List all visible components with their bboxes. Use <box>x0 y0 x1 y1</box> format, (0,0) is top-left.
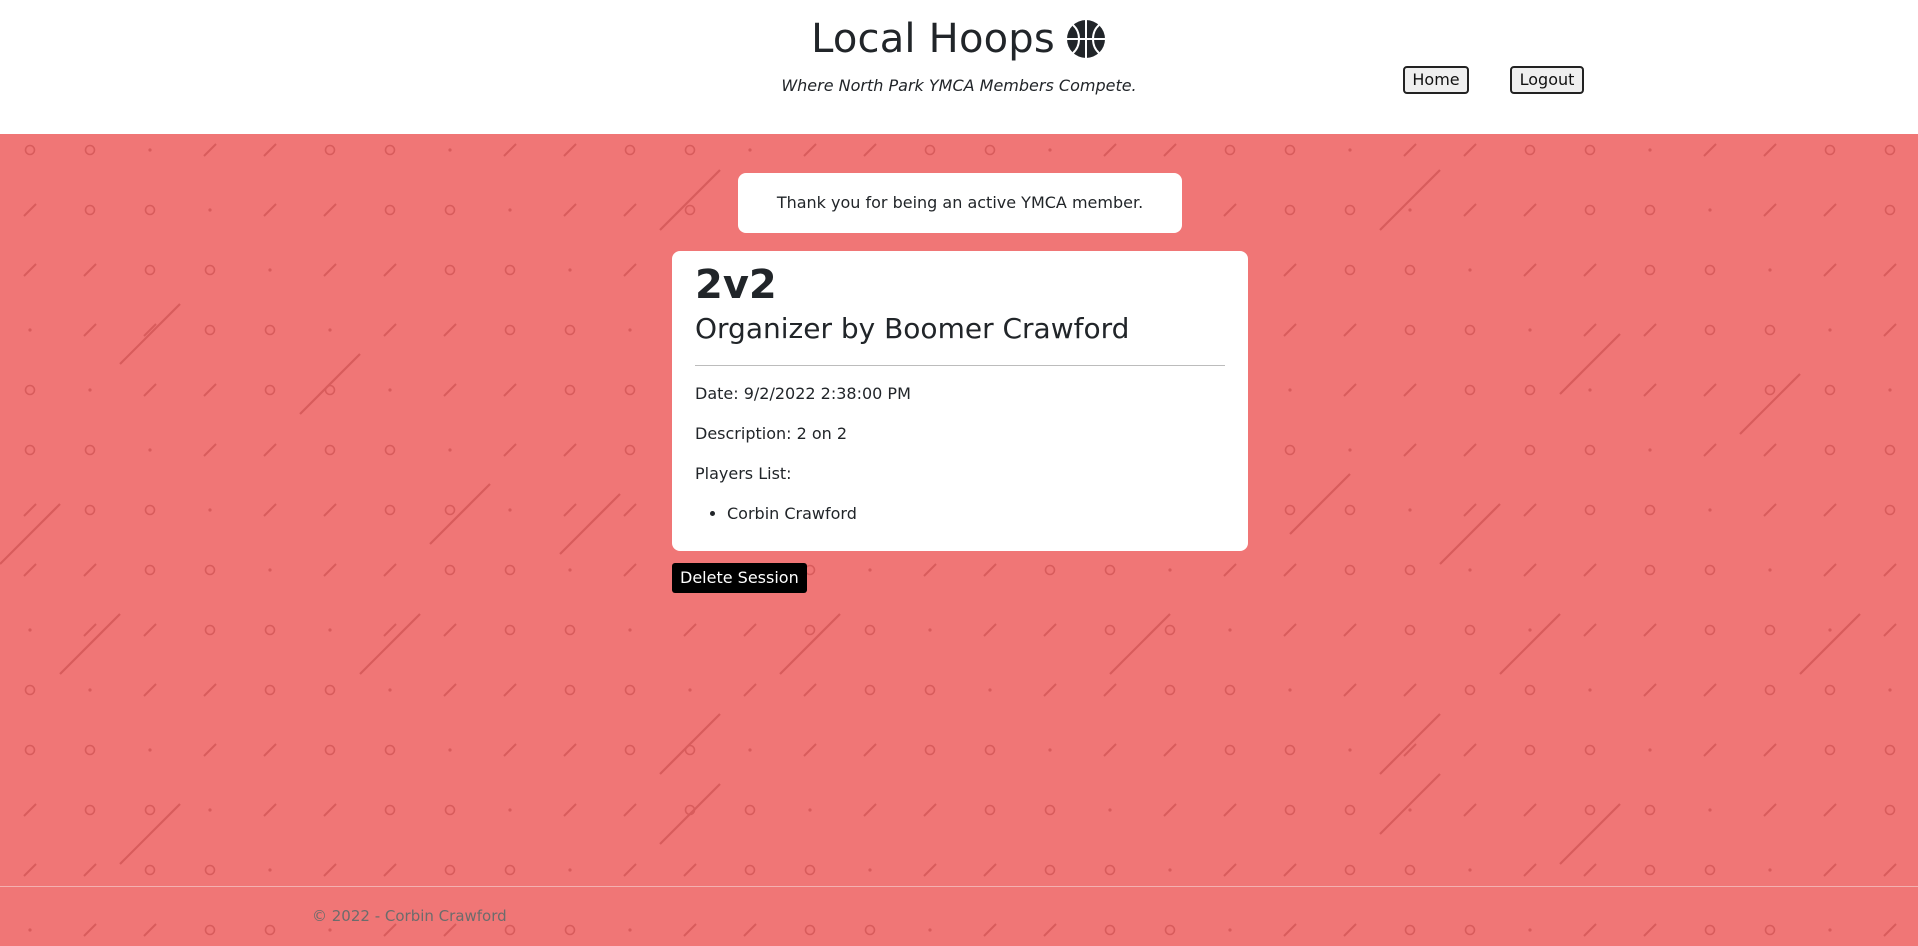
footer-copyright: © 2022 - Corbin Crawford <box>312 907 507 925</box>
main-content: Thank you for being an active YMCA membe… <box>0 134 1918 946</box>
brand: Local Hoops <box>0 16 1918 62</box>
basketball-icon <box>1066 20 1105 58</box>
player-item: Corbin Crawford <box>727 504 1225 524</box>
session-description: Description: 2 on 2 <box>695 424 848 443</box>
member-notice: Thank you for being an active YMCA membe… <box>738 173 1182 233</box>
logout-button[interactable]: Logout <box>1510 66 1584 94</box>
session-date: Date: 9/2/2022 2:38:00 PM <box>695 384 911 403</box>
divider <box>695 365 1225 366</box>
page: Local Hoops Where North Park YMCA Member… <box>0 0 1918 946</box>
site-tagline: Where North Park YMCA Members Compete. <box>781 76 1137 95</box>
players-list: Corbin Crawford <box>695 504 1225 524</box>
session-title: 2v2 <box>695 262 777 308</box>
home-button[interactable]: Home <box>1403 66 1469 94</box>
site-title: Local Hoops <box>811 16 1055 62</box>
brand-title-wrap: Local Hoops <box>811 16 1107 62</box>
session-organizer: Organizer by Boomer Crawford <box>695 312 1130 345</box>
site-header: Local Hoops Where North Park YMCA Member… <box>0 0 1918 134</box>
players-label: Players List: <box>695 464 792 483</box>
session-card: 2v2 Organizer by Boomer Crawford Date: 9… <box>672 251 1248 551</box>
delete-session-button[interactable]: Delete Session <box>672 563 807 593</box>
footer-divider <box>0 886 1918 887</box>
